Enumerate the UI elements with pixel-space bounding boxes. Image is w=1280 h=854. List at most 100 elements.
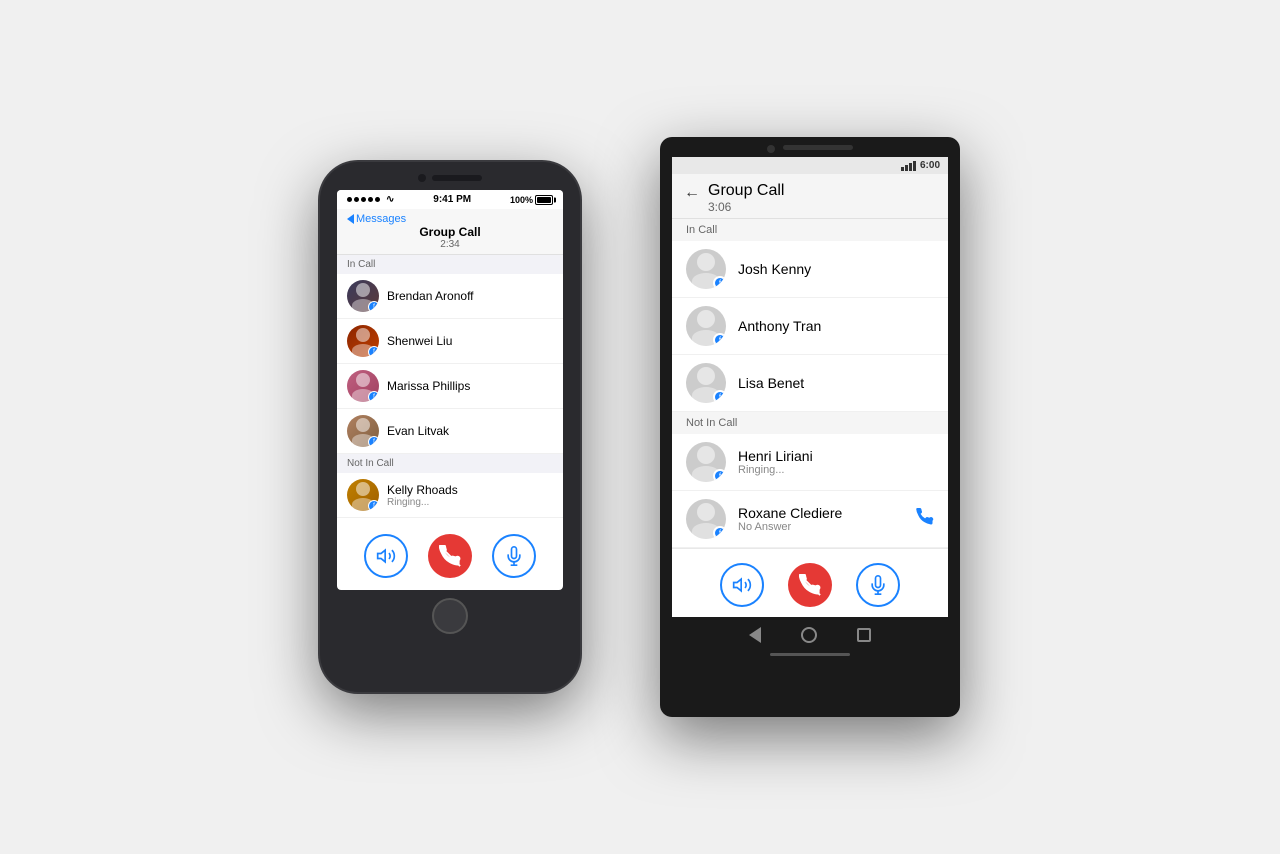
messenger-badge: f <box>368 391 379 402</box>
list-item: f Roxane ClediereNo Answer <box>672 491 948 548</box>
iphone-not-in-call-header: Not In Call <box>337 454 563 473</box>
android-recents-nav-icon[interactable] <box>857 628 871 642</box>
avatar-head <box>356 283 370 297</box>
avatar: f <box>686 363 726 403</box>
iphone-mute-button[interactable] <box>492 534 536 578</box>
iphone-status-bar: ∿ 9:41 PM 100% <box>337 190 563 209</box>
contact-name: Kelly Rhoads <box>387 483 458 497</box>
iphone-nav-bar: Messages Group Call 2:34 <box>337 209 563 255</box>
dot5 <box>375 197 380 202</box>
android-contact-list: In Call f Josh Kenny f Anthony Tran f Lisa … <box>672 219 948 548</box>
iphone-screen: ∿ 9:41 PM 100% Messages Group Call 2:34 … <box>337 190 563 590</box>
dot4 <box>368 197 373 202</box>
android-back-button[interactable]: ← <box>684 184 700 202</box>
contact-info: Josh Kenny <box>738 261 934 277</box>
contact-name: Marissa Phillips <box>387 379 470 393</box>
avatar: f <box>686 442 726 482</box>
messenger-badge: f <box>368 500 379 511</box>
android-speaker-bar <box>783 145 853 150</box>
avatar: f <box>347 415 379 447</box>
iphone-device: ∿ 9:41 PM 100% Messages Group Call 2:34 … <box>320 162 580 692</box>
iphone-back-button[interactable]: Messages <box>347 213 406 225</box>
avatar: f <box>347 280 379 312</box>
messenger-badge: f <box>368 301 379 312</box>
signal-bar-2 <box>905 165 908 171</box>
contact-info: Lisa Benet <box>738 375 934 391</box>
avatar-head <box>697 446 715 464</box>
chevron-left-icon <box>347 214 354 224</box>
iphone-call-controls <box>337 520 563 590</box>
android-call-time: 3:06 <box>708 200 936 214</box>
signal-bars <box>901 161 916 171</box>
iphone-speaker-button[interactable] <box>364 534 408 578</box>
android-call-title: Group Call <box>708 182 936 200</box>
android-nav-bottom <box>660 617 960 653</box>
avatar: f <box>347 370 379 402</box>
call-back-icon[interactable] <box>916 508 934 531</box>
android-back-nav-icon[interactable] <box>749 627 761 643</box>
contact-name: Evan Litvak <box>387 424 449 438</box>
dot3 <box>361 197 366 202</box>
list-item: f Brendan Aronoff <box>337 274 563 319</box>
android-in-call-group: f Josh Kenny f Anthony Tran f Lisa Benet <box>672 241 948 412</box>
avatar-head <box>356 418 370 432</box>
list-item: f Shenwei Liu <box>337 319 563 364</box>
avatar: f <box>686 499 726 539</box>
contact-name: Roxane Clediere <box>738 505 904 521</box>
messenger-badge: f <box>368 346 379 357</box>
android-screen: 6:00 ← Group Call 3:06 In Call f Josh Ken… <box>672 157 948 617</box>
list-item: f Josh Kenny <box>672 241 948 298</box>
iphone-home-button[interactable] <box>432 598 468 634</box>
android-end-call-button[interactable] <box>788 563 832 607</box>
avatar-head <box>356 482 370 496</box>
list-item: fHenri LirianiRinging... <box>672 434 948 491</box>
battery-icon <box>535 195 553 205</box>
contact-name: Brendan Aronoff <box>387 289 474 303</box>
signal-dots: ∿ <box>347 194 394 205</box>
messenger-badge: f <box>713 469 726 482</box>
contact-info: Roxane ClediereNo Answer <box>738 505 904 533</box>
android-call-info: Group Call 3:06 <box>708 182 936 214</box>
messenger-badge: f <box>713 276 726 289</box>
android-speaker-button[interactable] <box>720 563 764 607</box>
iphone-camera <box>418 174 426 182</box>
android-not-in-call-group: fHenri LirianiRinging... fRoxane Cledier… <box>672 434 948 548</box>
wifi-icon: ∿ <box>386 194 394 205</box>
contact-status: Ringing... <box>387 497 458 508</box>
android-call-controls <box>672 548 948 617</box>
avatar: f <box>347 325 379 357</box>
contact-name: Shenwei Liu <box>387 334 452 348</box>
iphone-speaker <box>432 175 482 181</box>
android-time: 6:00 <box>920 160 940 171</box>
list-item: f Anthony Tran <box>672 298 948 355</box>
list-item: f Evan Litvak <box>337 409 563 454</box>
contact-name: Lisa Benet <box>738 375 934 391</box>
signal-bar-1 <box>901 167 904 171</box>
messenger-badge: f <box>713 390 726 403</box>
list-item: f Lisa Benet <box>672 355 948 412</box>
avatar: f <box>686 249 726 289</box>
avatar-head <box>697 253 715 271</box>
messenger-badge: f <box>713 333 726 346</box>
contact-status: No Answer <box>738 521 904 533</box>
iphone-end-call-button[interactable] <box>428 534 472 578</box>
contact-name: Henri Liriani <box>738 448 934 464</box>
signal-bar-4 <box>913 161 916 171</box>
iphone-top-bar <box>320 162 580 182</box>
battery-fill <box>537 197 551 203</box>
iphone-call-title: Group Call <box>419 225 480 239</box>
avatar-head <box>356 373 370 387</box>
android-in-call-header: In Call <box>672 219 948 241</box>
android-status-bar: 6:00 <box>672 157 948 174</box>
android-home-nav-icon[interactable] <box>801 627 817 643</box>
iphone-in-call-group: f Brendan Aronoff f Shenwei Liu f Marissa P… <box>337 274 563 454</box>
avatar: f <box>347 479 379 511</box>
back-label: Messages <box>356 213 406 225</box>
android-top-bar <box>660 137 960 157</box>
contact-info: Anthony Tran <box>738 318 934 334</box>
android-nav-bar: ← Group Call 3:06 <box>672 174 948 219</box>
messenger-badge: f <box>713 526 726 539</box>
android-bottom-bar <box>770 653 850 656</box>
android-mute-button[interactable] <box>856 563 900 607</box>
avatar: f <box>686 306 726 346</box>
